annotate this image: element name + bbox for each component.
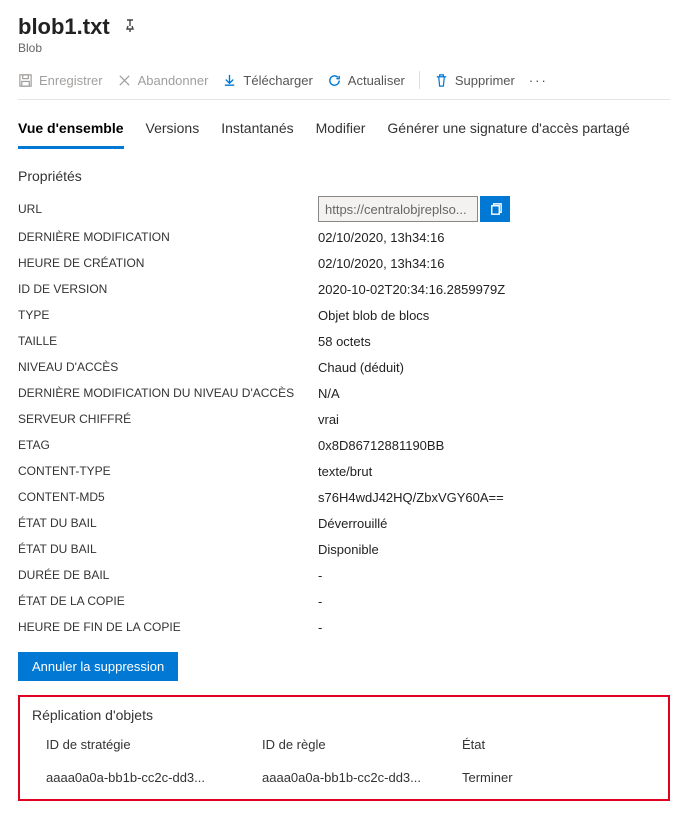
download-label: Télécharger	[243, 73, 312, 88]
lease-status-label: ÉTAT DU BAIL	[18, 516, 318, 530]
delete-button[interactable]: Supprimer	[434, 73, 515, 88]
replication-header-policy: ID de stratégie	[32, 737, 262, 752]
lease-state-label: ÉTAT DU BAIL	[18, 542, 318, 556]
undelete-button[interactable]: Annuler la suppression	[18, 652, 178, 681]
lease-duration-label: DURÉE DE BAIL	[18, 568, 318, 582]
access-tier-mod-value: N/A	[318, 386, 340, 401]
discard-button: Abandonner	[117, 73, 209, 88]
replication-header-status: État	[462, 737, 656, 752]
content-type-label: CONTENT-TYPE	[18, 464, 318, 478]
tab-versions[interactable]: Versions	[146, 114, 200, 149]
url-field[interactable]: https://centralobjreplso...	[318, 196, 478, 222]
type-value: Objet blob de blocs	[318, 308, 429, 323]
etag-value: 0x8D86712881190BB	[318, 438, 444, 453]
page-subtitle: Blob	[18, 41, 670, 55]
tab-snapshots[interactable]: Instantanés	[221, 114, 293, 149]
etag-label: ETAG	[18, 438, 318, 452]
copy-status-label: ÉTAT DE LA COPIE	[18, 594, 318, 608]
server-encrypted-value: vrai	[318, 412, 339, 427]
copy-completion-label: HEURE DE FIN DE LA COPIE	[18, 620, 318, 634]
replication-policy-id: aaaa0a0a-bb1b-cc2c-dd3...	[32, 770, 262, 785]
last-modified-label: DERNIÈRE MODIFICATION	[18, 230, 318, 244]
replication-heading: Réplication d'objets	[32, 707, 656, 723]
lease-status-value: Déverrouillé	[318, 516, 387, 531]
replication-header-row: ID de stratégie ID de règle État	[32, 737, 656, 760]
type-label: TYPE	[18, 308, 318, 322]
download-button[interactable]: Télécharger	[222, 73, 312, 88]
creation-time-value: 02/10/2020, 13h34:16	[318, 256, 445, 271]
content-md5-label: CONTENT-MD5	[18, 490, 318, 504]
lease-state-value: Disponible	[318, 542, 379, 557]
access-tier-label: NIVEAU D'ACCÈS	[18, 360, 318, 374]
copy-completion-value: -	[318, 620, 322, 635]
save-label: Enregistrer	[39, 73, 103, 88]
copy-status-value: -	[318, 594, 322, 609]
replication-row: aaaa0a0a-bb1b-cc2c-dd3... aaaa0a0a-bb1b-…	[32, 760, 656, 785]
replication-rule-id: aaaa0a0a-bb1b-cc2c-dd3...	[262, 770, 462, 785]
lease-duration-value: -	[318, 568, 322, 583]
server-encrypted-label: SERVEUR CHIFFRÉ	[18, 412, 318, 426]
version-id-label: ID DE VERSION	[18, 282, 318, 296]
creation-time-label: HEURE DE CRÉATION	[18, 256, 318, 270]
size-label: TAILLE	[18, 334, 318, 348]
replication-status: Terminer	[462, 770, 656, 785]
version-id-value: 2020-10-02T20:34:16.2859979Z	[318, 282, 505, 297]
save-button: Enregistrer	[18, 73, 103, 88]
last-modified-value: 02/10/2020, 13h34:16	[318, 230, 445, 245]
properties-heading: Propriétés	[18, 168, 670, 184]
size-value: 58 octets	[318, 334, 371, 349]
more-icon[interactable]: ···	[529, 73, 548, 88]
tab-sas[interactable]: Générer une signature d'accès partagé	[387, 114, 629, 149]
page-title: blob1.txt	[18, 14, 110, 40]
tab-overview[interactable]: Vue d'ensemble	[18, 114, 124, 149]
tabs: Vue d'ensemble Versions Instantanés Modi…	[18, 114, 670, 150]
url-label: URL	[18, 202, 318, 216]
access-tier-value: Chaud (déduit)	[318, 360, 404, 375]
pin-icon[interactable]	[122, 18, 138, 37]
replication-header-rule: ID de règle	[262, 737, 462, 752]
discard-label: Abandonner	[138, 73, 209, 88]
toolbar: Enregistrer Abandonner Télécharger Actua…	[18, 71, 670, 100]
copy-url-button[interactable]	[480, 196, 510, 222]
content-md5-value: s76H4wdJ42HQ/ZbxVGY60A==	[318, 490, 504, 505]
content-type-value: texte/brut	[318, 464, 372, 479]
refresh-label: Actualiser	[348, 73, 405, 88]
refresh-button[interactable]: Actualiser	[327, 73, 405, 88]
access-tier-mod-label: DERNIÈRE MODIFICATION DU NIVEAU D'ACCÈS	[18, 386, 318, 400]
toolbar-separator	[419, 71, 420, 89]
delete-label: Supprimer	[455, 73, 515, 88]
tab-edit[interactable]: Modifier	[316, 114, 366, 149]
replication-section: Réplication d'objets ID de stratégie ID …	[18, 695, 670, 801]
